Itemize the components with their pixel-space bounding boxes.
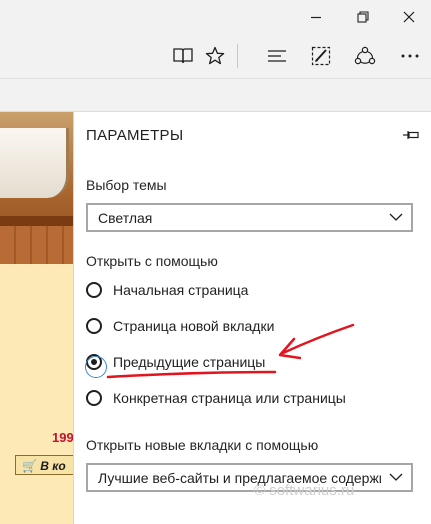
new-tabs-label: Открыть новые вкладки с помощью — [86, 437, 319, 453]
radio-previous-pages[interactable]: Предыдущие страницы — [85, 351, 266, 378]
theme-select-value: Светлая — [98, 210, 153, 226]
favorite-button[interactable] — [198, 34, 232, 78]
reading-view-icon — [173, 48, 193, 64]
new-tabs-select[interactable]: Лучшие веб-сайты и предлагаемое содержим… — [86, 463, 413, 492]
close-icon — [403, 11, 415, 23]
radio-label: Страница новой вкладки — [113, 318, 275, 334]
radio-start-page[interactable]: Начальная страница — [86, 279, 248, 301]
radio-new-tab-page[interactable]: Страница новой вкладки — [86, 315, 274, 337]
radio-button[interactable] — [86, 390, 102, 406]
hub-icon — [268, 50, 286, 62]
share-button[interactable] — [348, 34, 382, 78]
theme-select[interactable]: Светлая — [86, 203, 413, 232]
share-icon — [354, 46, 376, 65]
page-top-strip — [0, 78, 431, 112]
radio-button[interactable] — [86, 282, 102, 298]
minimize-button[interactable] — [293, 0, 339, 34]
radio-button[interactable] — [86, 318, 102, 334]
restore-button[interactable] — [340, 0, 386, 34]
product-price: 199 — [52, 430, 73, 445]
pin-icon[interactable] — [402, 128, 420, 142]
watermark: © softwarius.ru — [254, 482, 355, 499]
toolbar-separator — [237, 44, 238, 68]
cart-icon: 🛒 — [22, 459, 37, 473]
more-button[interactable] — [393, 34, 427, 78]
settings-panel: ПАРАМЕТРЫ Выбор темы Светлая Открыть с п… — [73, 112, 431, 524]
web-note-icon — [311, 46, 331, 66]
product-photo — [0, 112, 73, 264]
restore-icon — [357, 11, 369, 23]
chevron-down-icon — [389, 473, 403, 481]
panel-title: ПАРАМЕТРЫ — [86, 127, 184, 144]
radio-button-selected[interactable] — [85, 354, 107, 378]
theme-label: Выбор темы — [86, 177, 167, 193]
add-to-cart-label: В ко — [40, 459, 66, 473]
hub-button[interactable] — [260, 34, 294, 78]
radio-label: Предыдущие страницы — [113, 354, 266, 370]
chevron-down-icon — [389, 213, 403, 221]
title-bar — [0, 0, 431, 34]
favorite-star-icon — [205, 46, 225, 65]
radio-specific-pages[interactable]: Конкретная страница или страницы — [86, 387, 346, 409]
close-button[interactable] — [386, 0, 431, 34]
minimize-icon — [311, 16, 321, 19]
open-with-label: Открыть с помощью — [86, 253, 218, 269]
add-to-cart-button[interactable]: 🛒 В ко — [15, 455, 73, 475]
browser-toolbar — [0, 34, 431, 78]
web-note-button[interactable] — [304, 34, 338, 78]
webpage-content: 199 🛒 В ко — [0, 112, 73, 524]
radio-label: Начальная страница — [113, 282, 249, 298]
radio-label: Конкретная страница или страницы — [113, 390, 346, 406]
more-icon — [401, 54, 419, 58]
reading-view-button[interactable] — [166, 34, 200, 78]
